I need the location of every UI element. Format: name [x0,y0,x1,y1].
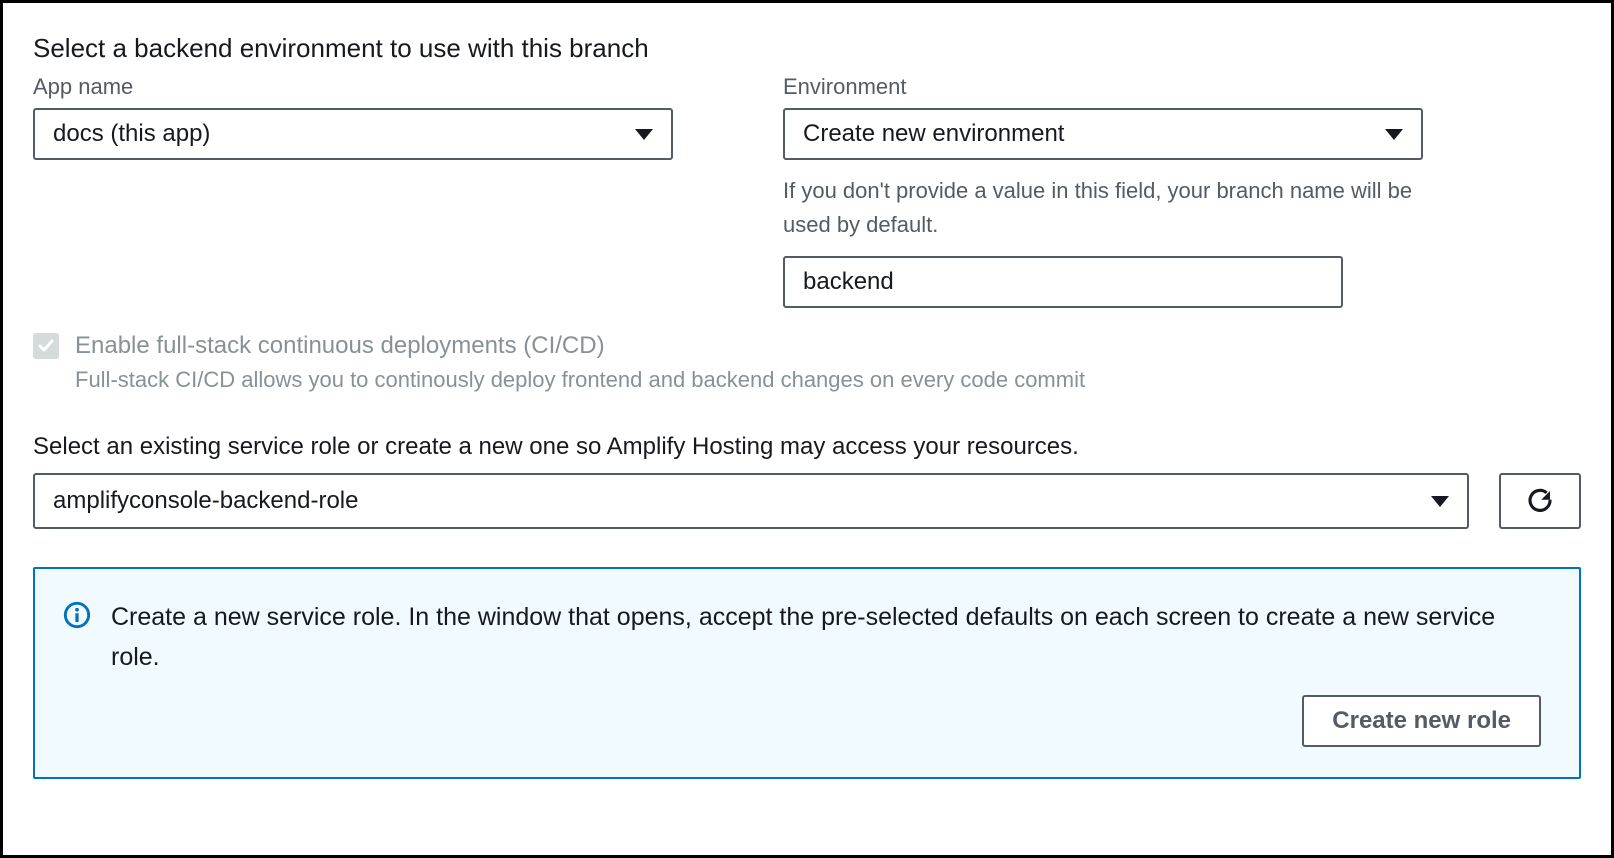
environment-label: Environment [783,74,1423,100]
backend-environment-section: Select a backend environment to use with… [0,0,1614,858]
service-role-row: amplifyconsole-backend-role [33,473,1581,529]
chevron-down-icon [1431,496,1449,507]
service-role-label: Select an existing service role or creat… [33,433,1581,461]
environment-name-input[interactable] [783,256,1343,308]
info-action-row: Create new role [111,695,1541,747]
app-name-column: App name docs (this app) [33,74,673,308]
app-name-select[interactable]: docs (this app) [33,108,673,160]
app-name-value: docs (this app) [53,120,210,148]
info-icon [63,601,91,629]
section-title: Select a backend environment to use with… [33,33,1581,64]
service-role-select[interactable]: amplifyconsole-backend-role [33,473,1469,529]
info-text: Create a new service role. In the window… [111,597,1541,677]
cicd-text: Enable full-stack continuous deployments… [75,330,1085,393]
environment-value: Create new environment [803,120,1064,148]
info-alert: Create a new service role. In the window… [33,567,1581,779]
chevron-down-icon [635,129,653,140]
checkmark-icon [38,338,54,354]
cicd-checkbox[interactable] [33,333,59,359]
service-role-value: amplifyconsole-backend-role [53,487,358,515]
environment-column: Environment Create new environment If yo… [783,74,1423,308]
environment-select[interactable]: Create new environment [783,108,1423,160]
chevron-down-icon [1385,129,1403,140]
service-role-section: Select an existing service role or creat… [33,433,1581,529]
app-name-label: App name [33,74,673,100]
cicd-label: Enable full-stack continuous deployments… [75,330,1085,361]
select-row: App name docs (this app) Environment Cre… [33,74,1581,308]
refresh-icon [1525,486,1555,516]
create-new-role-button[interactable]: Create new role [1302,695,1541,747]
environment-helper-text: If you don't provide a value in this fie… [783,174,1423,242]
refresh-button[interactable] [1499,473,1581,529]
cicd-desc: Full-stack CI/CD allows you to continous… [75,367,1085,393]
cicd-checkbox-block: Enable full-stack continuous deployments… [33,330,1581,393]
info-body: Create a new service role. In the window… [111,597,1541,747]
